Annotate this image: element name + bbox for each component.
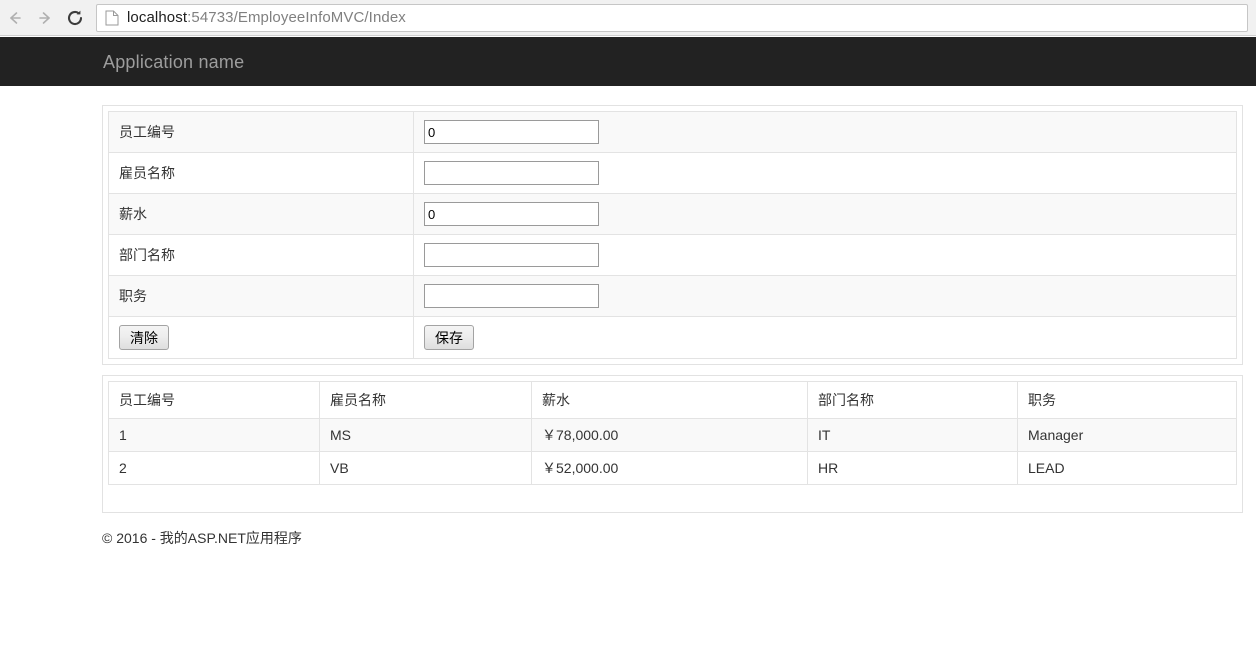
main-container: 员工编号雇员名称薪水部门名称职务清除保存 员工编号雇员名称薪水部门名称职务 1M… — [102, 105, 1243, 513]
form-label: 雇员名称 — [108, 152, 414, 194]
form-row: 员工编号 — [108, 111, 1237, 153]
employee-form-panel: 员工编号雇员名称薪水部门名称职务清除 保存 — [102, 105, 1243, 365]
employee-list-table: 员工编号 雇员名称 薪水 部门名称 职务 1 MS ￥78,000.00 IT Manager 2… — [108, 381, 1237, 485]
cell-dept: HR — [807, 451, 1018, 485]
form-row: 职务 — [108, 275, 1237, 317]
column-header: 薪水 — [531, 381, 808, 419]
arrow-right-icon — [36, 9, 54, 27]
employee-list-head: 员工编号 雇员名称 薪水 部门名称 职务 — [108, 381, 1237, 419]
cell-id: 2 — [108, 451, 320, 485]
input-5[interactable] — [424, 284, 599, 308]
employee-list-body: 1 MS ￥78,000.00 IT Manager 2 VB ￥52,000.00 HR LEA… — [108, 418, 1237, 485]
clear-button[interactable]: 清除 — [119, 325, 169, 350]
form-row: 薪水 — [108, 193, 1237, 235]
page-document-icon — [103, 9, 121, 27]
column-header: 员工编号 — [108, 381, 320, 419]
form-row: 雇员名称 — [108, 152, 1237, 194]
site-navbar: Application name — [0, 37, 1256, 86]
cell-salary: ￥52,000.00 — [531, 451, 808, 485]
form-label: 职务 — [108, 275, 414, 317]
employee-form-body: 员工编号雇员名称薪水部门名称职务清除 保存 — [108, 111, 1237, 359]
address-bar[interactable]: localhost:54733/EmployeeInfoMVC/Index — [96, 3, 1248, 32]
table-row: 1 MS ￥78,000.00 IT Manager — [108, 418, 1237, 452]
cell-id: 1 — [108, 418, 320, 452]
table-row: 2 VB ￥52,000.00 HR LEAD — [108, 451, 1237, 485]
employee-list-panel: 员工编号 雇员名称 薪水 部门名称 职务 1 MS ￥78,000.00 IT Manager 2… — [102, 375, 1243, 513]
employee-form-table: 员工编号雇员名称薪水部门名称职务清除 保存 — [108, 111, 1237, 359]
form-field-cell — [413, 111, 1237, 153]
cell-name: MS — [319, 418, 532, 452]
form-action-row: 清除 保存 — [108, 316, 1237, 359]
input-2[interactable] — [424, 161, 599, 185]
table-header-row: 员工编号 雇员名称 薪水 部门名称 职务 — [108, 381, 1237, 419]
column-header: 部门名称 — [807, 381, 1018, 419]
address-bar-text: localhost:54733/EmployeeInfoMVC/Index — [127, 9, 406, 26]
input-4[interactable] — [424, 243, 599, 267]
form-field-cell — [413, 275, 1237, 317]
form-label: 薪水 — [108, 193, 414, 235]
form-field-cell — [413, 234, 1237, 276]
input-1[interactable] — [424, 120, 599, 144]
forward-button[interactable] — [30, 4, 60, 32]
form-row: 部门名称 — [108, 234, 1237, 276]
arrow-left-icon — [6, 9, 24, 27]
url-path: :54733/EmployeeInfoMVC/Index — [187, 9, 406, 26]
cell-dept: IT — [807, 418, 1018, 452]
form-label: 部门名称 — [108, 234, 414, 276]
reload-icon — [65, 8, 85, 28]
cell-title: Manager — [1017, 418, 1237, 452]
form-field-cell — [413, 152, 1237, 194]
back-button[interactable] — [0, 4, 30, 32]
clear-cell: 清除 — [108, 316, 414, 359]
form-field-cell — [413, 193, 1237, 235]
form-label: 员工编号 — [108, 111, 414, 153]
cell-salary: ￥78,000.00 — [531, 418, 808, 452]
brand-link[interactable]: Application name — [103, 53, 244, 71]
url-host: localhost — [127, 9, 188, 26]
cell-name: VB — [319, 451, 532, 485]
input-3[interactable] — [424, 202, 599, 226]
column-header: 雇员名称 — [319, 381, 532, 419]
column-header: 职务 — [1017, 381, 1237, 419]
save-cell: 保存 — [413, 316, 1237, 359]
cell-title: LEAD — [1017, 451, 1237, 485]
reload-button[interactable] — [60, 4, 90, 32]
browser-toolbar: localhost:54733/EmployeeInfoMVC/Index — [0, 0, 1256, 36]
page-footer: © 2016 - 我的ASP.NET应用程序 — [102, 530, 302, 546]
save-button[interactable]: 保存 — [424, 325, 474, 350]
